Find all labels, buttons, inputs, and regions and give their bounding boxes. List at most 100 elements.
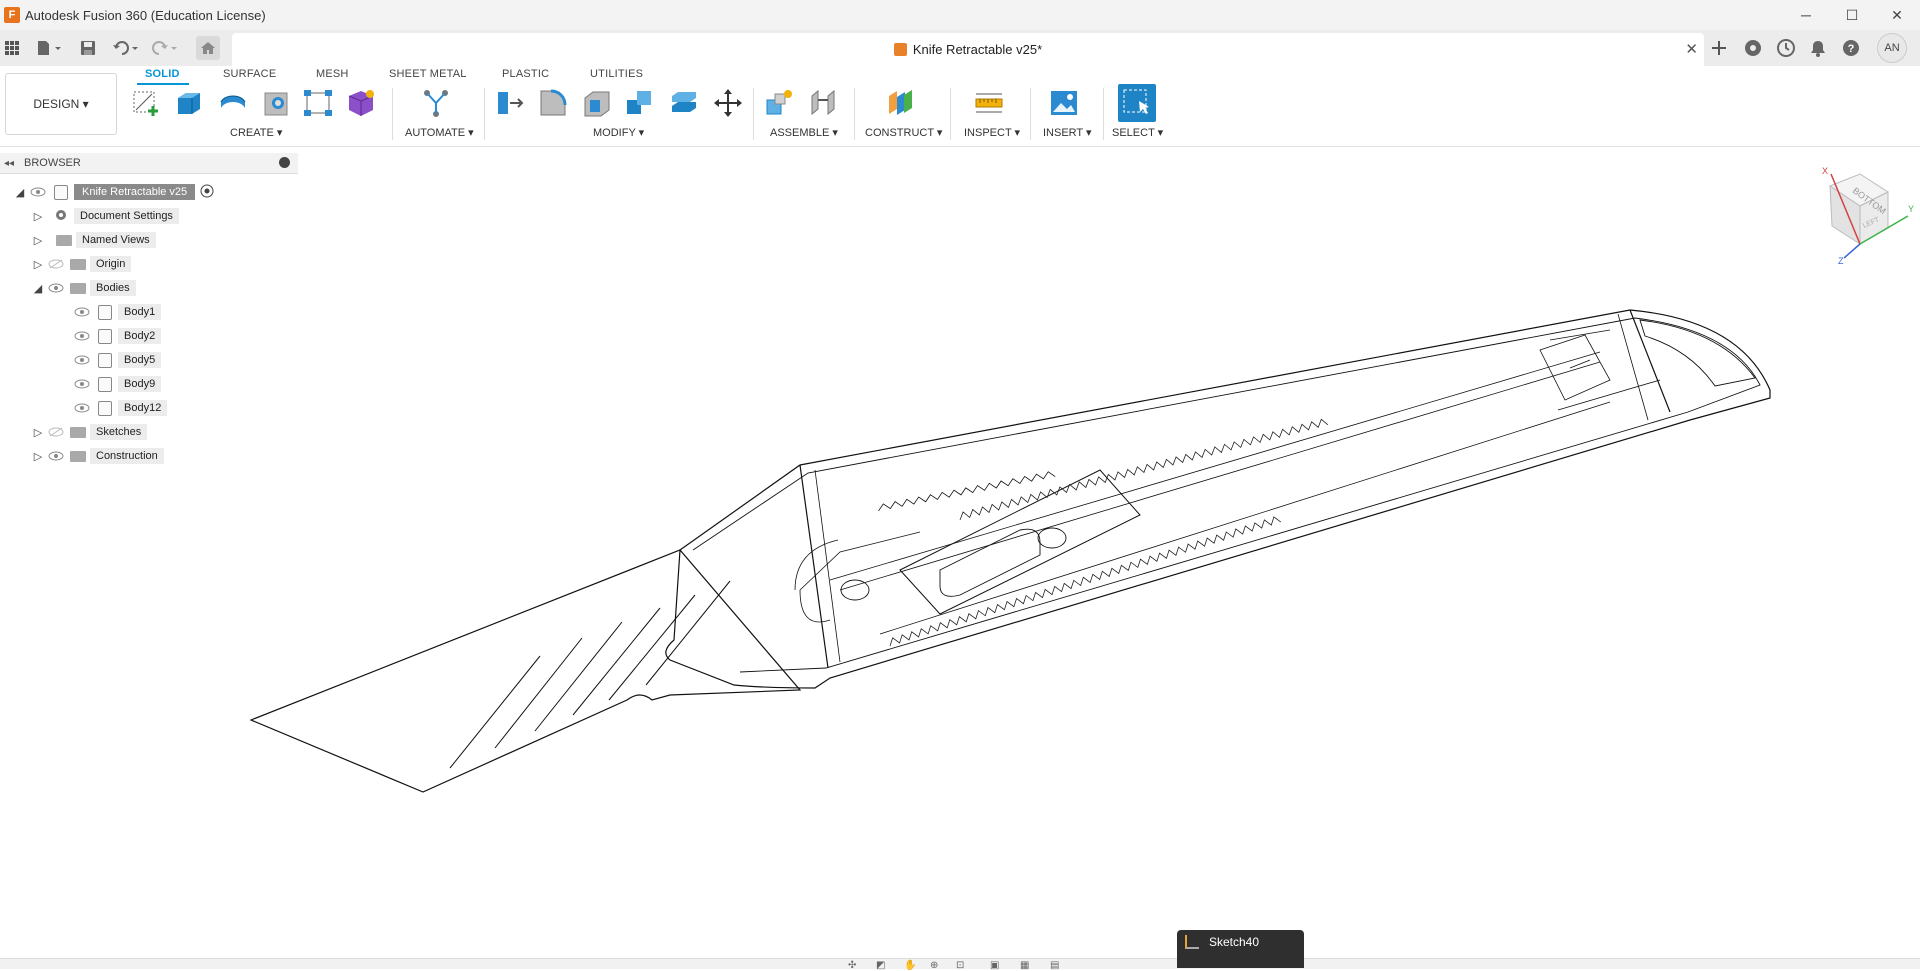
inspect-group-label[interactable]: INSPECT ▾ [964,126,1020,139]
root-component-label[interactable]: Knife Retractable v25 [74,184,196,200]
close-window-button[interactable]: ✕ [1874,0,1920,30]
tree-item-bodies[interactable]: ◢ Bodies [30,278,136,298]
visibility-eye-icon[interactable] [72,353,92,367]
create-form-icon[interactable] [346,88,376,118]
collapsed-triangle-icon[interactable]: ▷ [30,210,46,223]
tree-item-sketches[interactable]: ▷ Sketches [30,422,148,442]
tab-plastic[interactable]: PLASTIC [502,68,549,80]
tree-item-label: Body1 [118,304,162,320]
collapsed-triangle-icon[interactable]: ▷ [30,258,46,271]
extensions-icon[interactable] [1741,36,1765,60]
automate-icon[interactable] [421,88,451,118]
hidden-eye-icon[interactable] [46,257,66,271]
home-icon[interactable] [196,36,220,60]
close-document-icon[interactable]: ✕ [1685,40,1698,58]
tab-solid[interactable]: SOLID [145,68,180,80]
select-tool-icon[interactable] [1118,84,1156,122]
hole-icon[interactable] [262,88,292,118]
modify-group-label[interactable]: MODIFY ▾ [593,126,644,139]
document-tab[interactable]: Knife Retractable v25* ✕ [232,33,1704,66]
file-menu-icon[interactable] [34,36,64,60]
collapsed-triangle-icon[interactable]: ▷ [30,426,46,439]
tree-item-body12[interactable]: Body12 [72,398,168,418]
visibility-eye-icon[interactable] [46,449,66,463]
collapsed-triangle-icon[interactable]: ▷ [30,450,46,463]
visibility-eye-icon[interactable] [28,185,48,199]
offset-plane-icon[interactable] [885,88,915,118]
fit-icon[interactable]: ⊡ [956,960,964,971]
viewports-icon[interactable]: ▤ [1050,960,1059,971]
visibility-eye-icon[interactable] [72,329,92,343]
viewcube[interactable]: BOTTOM LEFT X Y Z [1808,166,1918,266]
undo-icon[interactable] [111,36,141,60]
insert-image-icon[interactable] [1049,88,1079,118]
expanded-triangle-icon[interactable]: ◢ [12,186,28,199]
redo-icon[interactable] [150,36,180,60]
automate-group-label[interactable]: AUTOMATE ▾ [405,126,474,139]
tree-item-document-settings[interactable]: ▷ Document Settings [30,206,179,226]
tree-item-label: Construction [90,448,164,464]
visibility-eye-icon[interactable] [72,377,92,391]
save-icon[interactable] [78,36,98,60]
combine-icon[interactable] [625,88,655,118]
select-group-label[interactable]: SELECT ▾ [1112,126,1163,139]
move-copy-icon[interactable] [713,88,743,118]
body-icon [98,304,112,320]
model-wireframe-canvas[interactable] [240,290,1800,850]
tab-sheet-metal[interactable]: SHEET METAL [389,68,467,80]
construct-group-label[interactable]: CONSTRUCT ▾ [865,126,942,139]
activate-radio-icon[interactable] [200,184,214,201]
new-component-icon[interactable] [765,88,795,118]
extrude-icon[interactable] [174,88,204,118]
workspace-switcher-button[interactable]: DESIGN ▾ [5,73,117,135]
minimize-button[interactable]: ─ [1783,0,1829,30]
new-tab-plus-icon[interactable] [1707,36,1731,60]
create-group-label[interactable]: CREATE ▾ [230,126,282,139]
tab-surface[interactable]: SURFACE [223,68,276,80]
tree-root-row[interactable]: ◢ Knife Retractable v25 [12,182,214,202]
tree-item-label: Document Settings [74,208,179,224]
visibility-eye-icon[interactable] [72,401,92,415]
rectangular-pattern-icon[interactable] [303,88,333,118]
align-icon[interactable] [669,88,699,118]
notifications-bell-icon[interactable] [1806,36,1830,60]
tree-item-body1[interactable]: Body1 [72,302,162,322]
visibility-eye-icon[interactable] [72,305,92,319]
expanded-triangle-icon[interactable]: ◢ [30,282,46,295]
hidden-eye-icon[interactable] [46,425,66,439]
assemble-group-label[interactable]: ASSEMBLE ▾ [770,126,838,139]
timeline-tooltip[interactable]: Sketch40 [1177,930,1304,968]
look-at-icon[interactable]: ◩ [876,960,885,971]
maximize-button[interactable]: ☐ [1829,0,1875,30]
fillet-icon[interactable] [538,88,568,118]
job-status-icon[interactable] [1774,36,1798,60]
tree-item-construction[interactable]: ▷ Construction [30,446,164,466]
orbit-icon[interactable]: ✣ [848,960,856,971]
svg-text:?: ? [1848,43,1855,55]
help-icon[interactable]: ? [1839,36,1863,60]
visibility-eye-icon[interactable] [46,281,66,295]
tab-utilities[interactable]: UTILITIES [590,68,643,80]
press-pull-icon[interactable] [495,88,525,118]
collapse-panel-icon[interactable]: ◂◂ [4,158,18,169]
measure-icon[interactable] [974,88,1004,118]
browser-minimize-icon[interactable] [279,157,290,168]
shell-icon[interactable] [582,88,612,118]
user-avatar[interactable]: AN [1877,33,1907,63]
joint-icon[interactable] [808,88,838,118]
collapsed-triangle-icon[interactable]: ▷ [30,234,46,247]
tree-item-body9[interactable]: Body9 [72,374,162,394]
display-settings-icon[interactable]: ▣ [990,960,999,971]
apps-grid-icon[interactable] [2,36,22,60]
tree-item-body5[interactable]: Body5 [72,350,162,370]
zoom-icon[interactable]: ⊕ [930,960,938,971]
tab-mesh[interactable]: MESH [316,68,349,80]
pan-icon[interactable]: ✋ [904,960,916,971]
insert-group-label[interactable]: INSERT ▾ [1043,126,1092,139]
tree-item-body2[interactable]: Body2 [72,326,162,346]
tree-item-origin[interactable]: ▷ Origin [30,254,132,274]
create-sketch-icon[interactable] [132,88,162,118]
tree-item-named-views[interactable]: ▷ Named Views [30,230,156,250]
grid-settings-icon[interactable]: ▦ [1020,960,1029,971]
revolve-icon[interactable] [218,88,248,118]
